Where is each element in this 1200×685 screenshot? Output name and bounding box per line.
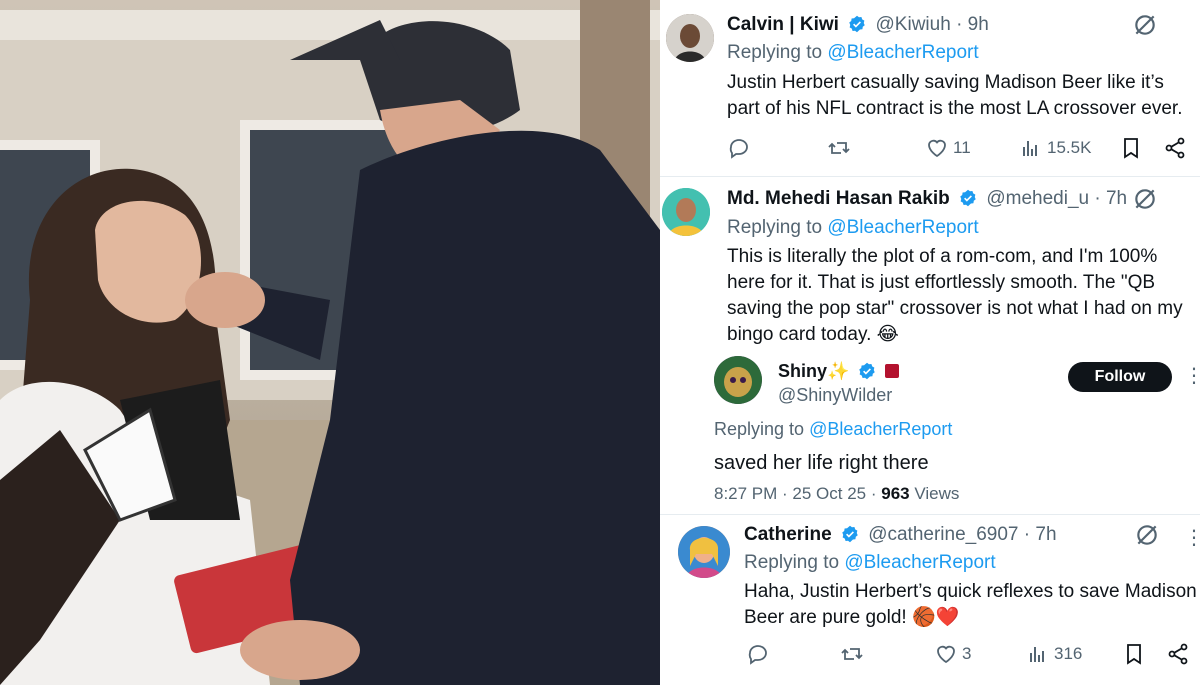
- more-icon[interactable]: ⋮: [1184, 528, 1200, 548]
- embedded-header: Shiny✨: [778, 360, 900, 382]
- reply-button[interactable]: [746, 642, 770, 666]
- retweet-button[interactable]: [840, 642, 864, 666]
- affiliate-badge-icon: [885, 364, 900, 378]
- share-icon: [1165, 137, 1185, 159]
- avatar[interactable]: [662, 188, 710, 236]
- reply-item[interactable]: Calvin | Kiwi @Kiwiuh · 9h Replying to @…: [660, 0, 1200, 175]
- views-button[interactable]: 15.5K: [1019, 136, 1091, 160]
- replying-to: Replying to @BleacherReport: [727, 217, 979, 239]
- author-name[interactable]: Md. Mehedi Hasan Rakib: [727, 188, 950, 209]
- bookmark-icon: [1127, 644, 1141, 665]
- post-meta: 8:27 PM · 25 Oct 25 · 963 Views: [714, 484, 959, 504]
- like-icon: [928, 139, 946, 158]
- retweet-icon: [841, 648, 863, 660]
- replying-to: Replying to @BleacherReport: [727, 42, 979, 64]
- like-count: 11: [953, 138, 971, 157]
- post-time[interactable]: · 7h: [1024, 524, 1057, 545]
- reply-header: Calvin | Kiwi @Kiwiuh · 9h: [727, 14, 989, 36]
- action-bar: 11 15.5K: [727, 136, 1187, 162]
- verified-icon: [849, 15, 865, 33]
- like-button[interactable]: 3: [934, 642, 971, 666]
- follow-button[interactable]: Follow: [1068, 362, 1172, 392]
- photo-people: [0, 20, 660, 685]
- author-name[interactable]: Shiny✨: [778, 361, 849, 381]
- like-button[interactable]: 11: [925, 136, 971, 160]
- retweet-button[interactable]: [827, 136, 851, 160]
- replying-to-link[interactable]: @BleacherReport: [827, 217, 978, 238]
- avatar[interactable]: [678, 526, 730, 578]
- author-name[interactable]: Catherine: [744, 524, 832, 545]
- replying-to: Replying to @BleacherReport: [744, 552, 996, 574]
- replying-prefix: Replying to: [714, 419, 805, 439]
- reply-icon: [748, 645, 767, 665]
- reply-header: Md. Mehedi Hasan Rakib @mehedi_u · 7h: [727, 188, 1127, 210]
- action-bar: 3 316: [746, 642, 1196, 668]
- embedded-text: saved her life right there: [714, 452, 929, 474]
- replying-prefix: Replying to: [727, 42, 823, 63]
- post-time[interactable]: · 9h: [956, 14, 989, 35]
- bookmark-button[interactable]: [1122, 642, 1146, 666]
- views-label: Views: [909, 484, 960, 503]
- avatar[interactable]: [666, 14, 714, 62]
- share-button[interactable]: [1163, 136, 1187, 160]
- reply-item[interactable]: Catherine @catherine_6907 · 7h ⋮ Replyin…: [660, 514, 1200, 685]
- replying-to: Replying to @BleacherReport: [714, 418, 952, 440]
- reply-item[interactable]: Md. Mehedi Hasan Rakib @mehedi_u · 7h Re…: [660, 176, 1200, 514]
- like-icon: [937, 645, 955, 664]
- author-handle[interactable]: @Kiwiuh: [876, 14, 951, 35]
- post-timestamp[interactable]: 8:27 PM · 25 Oct 25 ·: [714, 484, 881, 503]
- share-icon: [1168, 643, 1188, 665]
- reply-icon: [729, 139, 748, 159]
- verified-icon: [960, 189, 976, 207]
- author-name[interactable]: Calvin | Kiwi: [727, 14, 839, 35]
- grok-icon[interactable]: [1134, 522, 1160, 548]
- replying-prefix: Replying to: [744, 552, 840, 573]
- view-count: 963: [881, 484, 910, 503]
- bookmark-button[interactable]: [1119, 136, 1143, 160]
- views-icon: [1023, 141, 1037, 156]
- reply-text: Haha, Justin Herbert’s quick reflexes to…: [744, 581, 1197, 628]
- verified-icon: [859, 362, 876, 380]
- reply-header: Catherine @catherine_6907 · 7h: [744, 524, 1057, 546]
- retweet-icon: [828, 142, 850, 154]
- avatar[interactable]: [714, 356, 762, 404]
- views-icon: [1030, 647, 1044, 662]
- more-icon[interactable]: ⋮: [1184, 366, 1200, 386]
- like-count: 3: [962, 644, 972, 663]
- replying-to-link[interactable]: @BleacherReport: [827, 42, 978, 63]
- author-handle[interactable]: @mehedi_u: [986, 188, 1089, 209]
- author-handle[interactable]: @ShinyWilder: [778, 384, 892, 406]
- reply-text: This is literally the plot of a rom-com,…: [727, 246, 1183, 345]
- bookmark-icon: [1124, 138, 1138, 159]
- replying-prefix: Replying to: [727, 217, 823, 238]
- replying-to-link[interactable]: @BleacherReport: [809, 419, 952, 439]
- view-count: 15.5K: [1047, 138, 1092, 157]
- post-time[interactable]: · 7h: [1094, 188, 1127, 209]
- replying-to-link[interactable]: @BleacherReport: [844, 552, 995, 573]
- view-count: 316: [1054, 644, 1083, 663]
- views-button[interactable]: 316: [1026, 642, 1082, 666]
- grok-icon[interactable]: [1132, 186, 1158, 212]
- reply-button[interactable]: [727, 136, 751, 160]
- share-button[interactable]: [1166, 642, 1190, 666]
- photo: [0, 0, 660, 685]
- verified-icon: [842, 525, 858, 543]
- replies-panel: Calvin | Kiwi @Kiwiuh · 9h Replying to @…: [660, 0, 1200, 685]
- author-handle[interactable]: @catherine_6907: [868, 524, 1018, 545]
- reply-text: Justin Herbert casually saving Madison B…: [727, 72, 1183, 119]
- grok-icon[interactable]: [1132, 12, 1158, 38]
